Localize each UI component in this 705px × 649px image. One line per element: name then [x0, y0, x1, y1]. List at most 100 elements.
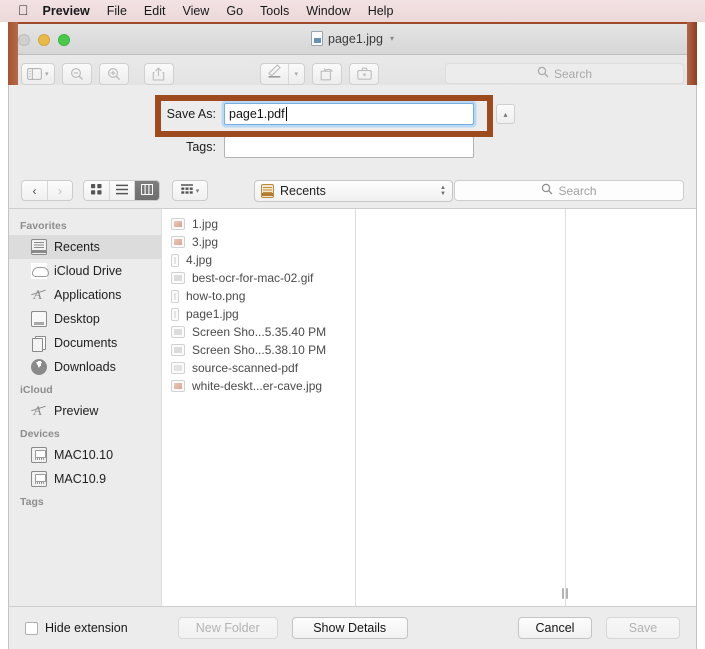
markup-pen-button[interactable]	[261, 64, 288, 84]
image-thumb-icon	[171, 253, 179, 267]
list-item[interactable]: page1.jpg	[162, 305, 355, 323]
column-view-icon	[140, 183, 154, 198]
preview-column-1[interactable]	[356, 209, 569, 606]
file-name: best-ocr-for-mac-02.gif	[192, 271, 314, 285]
menu-item-tools[interactable]: Tools	[260, 4, 289, 18]
checkbox-box[interactable]	[25, 621, 38, 635]
sidebar-item-downloads[interactable]: Downloads	[9, 355, 161, 379]
location-popup-button[interactable]: Recents ▲ ▼	[254, 179, 453, 202]
save-as-value: page1.pdf	[229, 107, 285, 121]
tags-label: Tags:	[186, 140, 216, 154]
save-button[interactable]: Save	[606, 617, 680, 639]
image-thumb-icon	[171, 344, 185, 356]
image-thumb-icon	[171, 326, 185, 338]
cancel-button[interactable]: Cancel	[518, 617, 592, 639]
sidebar-item-icloud-drive[interactable]: iCloud Drive	[9, 259, 161, 283]
file-search-field[interactable]: Search	[454, 180, 684, 201]
menu-item-help[interactable]: Help	[368, 4, 394, 18]
list-item[interactable]: how-to.png	[162, 287, 355, 305]
list-item[interactable]: 1.jpg	[162, 215, 355, 233]
chevron-up-icon: ▴	[503, 109, 508, 119]
list-item[interactable]: 3.jpg	[162, 233, 355, 251]
desktop-icon	[31, 311, 47, 327]
sidebar-toggle-button[interactable]: ▾	[21, 62, 55, 85]
forward-button[interactable]: ›	[47, 181, 72, 200]
sidebar-header-devices: Devices	[20, 428, 60, 440]
image-thumb-icon	[171, 218, 185, 230]
search-icon	[537, 65, 549, 83]
sidebar-item-applications[interactable]: Applications	[9, 283, 161, 307]
arrange-by-icon	[180, 183, 193, 198]
column-resize-handle-icon[interactable]	[560, 586, 569, 600]
sidebar: Favorites Recents iCloud Drive Applicati…	[9, 209, 161, 606]
share-button[interactable]	[143, 62, 174, 85]
file-name: how-to.png	[186, 289, 246, 303]
save-as-input[interactable]: page1.pdf	[224, 103, 474, 125]
apple-logo-icon[interactable]: 	[18, 3, 29, 17]
preview-search-field[interactable]: Search	[445, 63, 684, 84]
list-item[interactable]: white-deskt...er-cave.jpg	[162, 377, 355, 395]
preview-search-placeholder: Search	[553, 66, 593, 81]
sidebar-item-label: Applications	[54, 288, 122, 302]
markup-tools-segment[interactable]: ▾	[259, 62, 306, 85]
sidebar-item-preview[interactable]: Preview	[9, 399, 161, 423]
arrange-by-button[interactable]: ▾	[172, 180, 208, 201]
list-item[interactable]: Screen Sho...5.35.40 PM	[162, 323, 355, 341]
list-item[interactable]: Screen Sho...5.38.10 PM	[162, 341, 355, 359]
file-name: white-deskt...er-cave.jpg	[192, 379, 323, 393]
chevron-down-icon: ▾	[294, 70, 299, 78]
dialog-footer: Hide extension New Folder Show Details C…	[9, 607, 696, 649]
chevron-down-icon: ▾	[195, 187, 200, 195]
list-view-button[interactable]	[109, 181, 134, 200]
icon-view-button[interactable]	[84, 181, 109, 200]
save-as-row: Save As: page1.pdf	[9, 103, 696, 125]
disk-icon	[31, 447, 47, 463]
document-icon	[311, 31, 324, 46]
preview-column-2[interactable]	[566, 209, 696, 606]
screen:  Preview File Edit View Go Tools Window…	[0, 0, 705, 649]
sidebar-item-recents[interactable]: Recents	[9, 235, 161, 259]
menu-item-preview[interactable]: Preview	[43, 4, 90, 18]
new-folder-button[interactable]: New Folder	[177, 617, 278, 639]
navigation-segment[interactable]: ‹ ›	[21, 180, 73, 201]
tags-input[interactable]	[224, 136, 474, 158]
list-item[interactable]: source-scanned-pdf	[162, 359, 355, 377]
popup-stepper-icon: ▲ ▼	[440, 184, 446, 197]
view-mode-segment[interactable]	[83, 180, 160, 201]
tags-row: Tags:	[9, 136, 696, 158]
chevron-down-icon[interactable]: ▾	[390, 34, 394, 43]
rotate-button[interactable]	[312, 62, 343, 85]
zoom-out-button[interactable]	[61, 62, 92, 85]
expand-collapse-button[interactable]: ▴	[496, 104, 515, 124]
menu-item-window[interactable]: Window	[306, 4, 350, 18]
location-label: Recents	[280, 183, 326, 198]
sidebar-item-label: Preview	[54, 404, 99, 418]
file-list-column[interactable]: 1.jpg 3.jpg 4.jpg best-ocr-for-mac-02.gi…	[161, 209, 356, 606]
toolkit-button[interactable]	[349, 62, 380, 85]
hide-extension-checkbox[interactable]: Hide extension	[25, 621, 128, 635]
sidebar-item-mac109[interactable]: MAC10.9	[9, 467, 161, 491]
back-button[interactable]: ‹	[22, 181, 47, 200]
save-as-label: Save As:	[166, 107, 216, 121]
menu-item-go[interactable]: Go	[226, 4, 243, 18]
menu-item-edit[interactable]: Edit	[144, 4, 166, 18]
sidebar-item-documents[interactable]: Documents	[9, 331, 161, 355]
list-item[interactable]: best-ocr-for-mac-02.gif	[162, 269, 355, 287]
file-search-placeholder: Search	[558, 183, 597, 198]
sidebar-item-label: MAC10.10	[54, 448, 114, 462]
sidebar-item-mac1010[interactable]: MAC10.10	[9, 443, 161, 467]
recents-icon	[31, 239, 47, 255]
image-thumb-icon	[171, 307, 179, 321]
menu-item-view[interactable]: View	[182, 4, 209, 18]
title-bar: page1.jpg ▾	[9, 24, 696, 55]
sidebar-item-desktop[interactable]: Desktop	[9, 307, 161, 331]
markup-options-button[interactable]: ▾	[287, 63, 305, 84]
show-details-button[interactable]: Show Details	[291, 617, 408, 639]
zoom-in-button[interactable]	[98, 62, 129, 85]
disk-icon	[31, 471, 47, 487]
menu-item-file[interactable]: File	[107, 4, 127, 18]
file-name: 3.jpg	[192, 235, 219, 249]
list-item[interactable]: 4.jpg	[162, 251, 355, 269]
column-view-button[interactable]	[134, 181, 159, 200]
sidebar-header-icloud: iCloud	[20, 384, 53, 396]
